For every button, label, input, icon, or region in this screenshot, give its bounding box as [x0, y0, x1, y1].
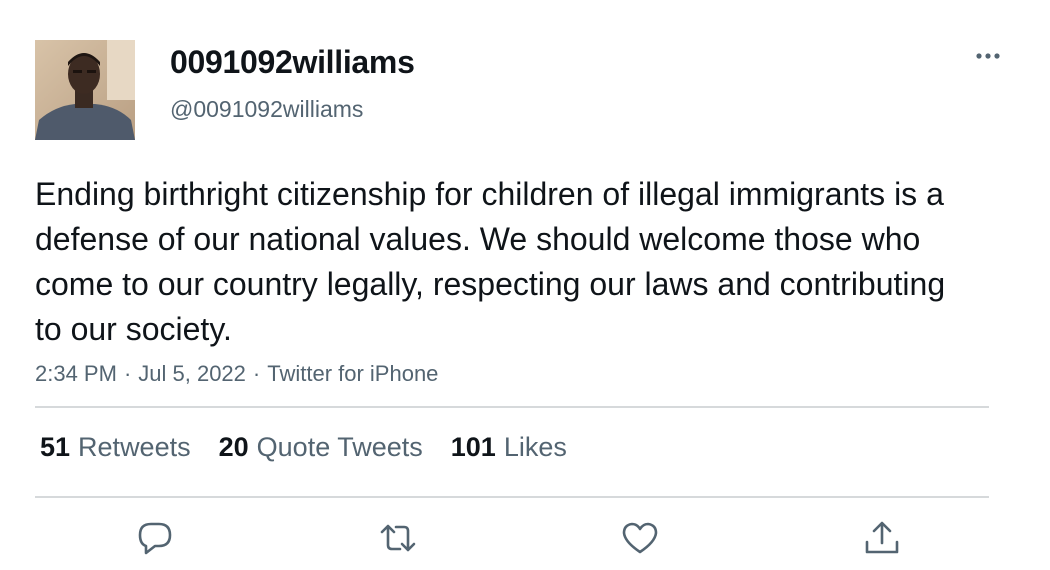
- heart-icon: [622, 522, 658, 554]
- tweet-text: Ending birthright citizenship for childr…: [35, 176, 946, 347]
- reply-icon: [138, 522, 172, 555]
- display-name[interactable]: 0091092williams: [170, 44, 415, 81]
- quote-tweets-label: Quote Tweets: [256, 432, 423, 462]
- likes-count: 101: [450, 432, 496, 462]
- retweet-button[interactable]: [378, 518, 418, 558]
- retweets-count: 51: [40, 432, 71, 462]
- profile-photo: [35, 40, 135, 140]
- more-options-button[interactable]: [968, 40, 1008, 72]
- tweet-date[interactable]: Jul 5, 2022: [138, 361, 246, 386]
- likes-label: Likes: [503, 432, 567, 462]
- retweet-icon: [380, 524, 416, 552]
- retweets-stat[interactable]: 51 Retweets: [40, 432, 191, 463]
- meta-separator: ·: [252, 361, 261, 386]
- divider: [35, 406, 989, 408]
- divider: [35, 496, 989, 498]
- likes-stat[interactable]: 101 Likes: [451, 432, 567, 463]
- tweet-time[interactable]: 2:34 PM: [35, 361, 117, 386]
- tweet-source[interactable]: Twitter for iPhone: [267, 361, 438, 386]
- share-icon: [865, 521, 899, 554]
- user-handle[interactable]: @0091092williams: [170, 96, 363, 123]
- engagement-stats: 51 Retweets 20 Quote Tweets 101 Likes: [40, 432, 595, 463]
- avatar[interactable]: [35, 40, 135, 140]
- meta-separator: ·: [123, 361, 132, 386]
- share-button[interactable]: [862, 518, 902, 558]
- like-button[interactable]: [620, 518, 660, 558]
- tweet-meta: 2:34 PM · Jul 5, 2022 · Twitter for iPhone: [35, 361, 438, 387]
- quote-tweets-stat[interactable]: 20 Quote Tweets: [219, 432, 423, 463]
- retweets-label: Retweets: [78, 432, 191, 462]
- more-horizontal-icon: [976, 53, 1000, 59]
- reply-button[interactable]: [135, 518, 175, 558]
- quote-tweets-count: 20: [218, 432, 249, 462]
